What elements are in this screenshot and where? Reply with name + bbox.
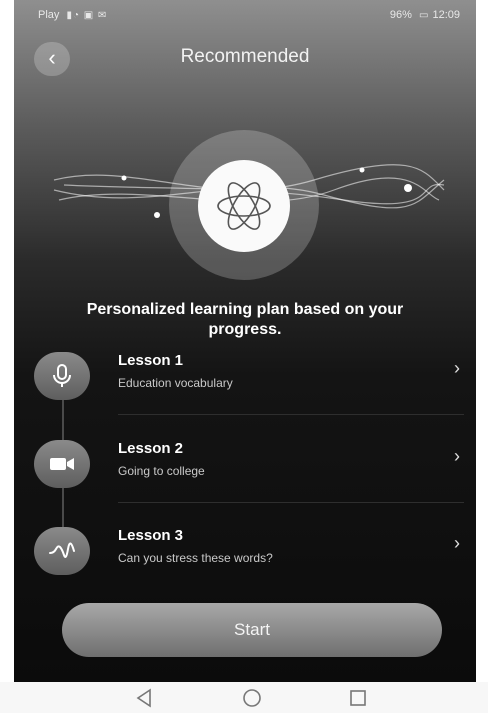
divider xyxy=(118,502,464,503)
lesson-title: Lesson 3 xyxy=(118,527,184,544)
lesson-item-2[interactable]: Lesson 2 Going to college › xyxy=(34,434,464,494)
atom-icon xyxy=(217,182,271,230)
signal-wifi-icons: ▮◔ ▣ ✉ xyxy=(66,10,108,21)
home-circle-icon[interactable] xyxy=(240,686,264,710)
back-triangle-icon[interactable] xyxy=(132,686,156,710)
lesson-subtitle: Education vocabulary xyxy=(118,376,233,390)
battery-icon: ▭ xyxy=(418,10,430,21)
battery-percent: 96% xyxy=(389,9,412,21)
plan-description: Personalized learning plan based on your… xyxy=(86,301,404,338)
chevron-right-icon: › xyxy=(454,446,460,466)
lesson-icon-circle xyxy=(34,440,90,488)
chevron-right-icon: › xyxy=(454,358,460,378)
lesson-icon-circle xyxy=(34,527,90,575)
page-title: Recommended xyxy=(180,46,310,67)
status-right: 96% ▭ 12:09 xyxy=(390,9,460,21)
carrier-label: Play xyxy=(38,9,60,21)
start-button[interactable]: Start xyxy=(62,603,442,657)
lesson-subtitle: Going to college xyxy=(118,464,205,478)
app-screen: Play ▮◔ ▣ ✉ 96% ▭ 12:09 ‹ Recommended Pe… xyxy=(14,0,476,682)
hero-illustration xyxy=(14,120,476,280)
lesson-icon-circle xyxy=(34,352,90,400)
status-left: Play ▮◔ ▣ ✉ xyxy=(38,9,107,21)
lesson-item-3[interactable]: Lesson 3 Can you stress these words? › xyxy=(34,521,464,581)
recents-square-icon[interactable] xyxy=(346,686,370,710)
waveform-icon xyxy=(49,542,75,558)
lesson-item-1[interactable]: Lesson 1 Education vocabulary › xyxy=(34,346,464,406)
clock: 12:09 xyxy=(432,9,460,21)
microphone-icon xyxy=(53,364,71,387)
chevron-right-icon: › xyxy=(454,533,460,553)
lesson-title: Lesson 2 xyxy=(118,440,184,457)
divider xyxy=(118,414,464,415)
lesson-title: Lesson 1 xyxy=(118,352,184,369)
video-camera-icon xyxy=(50,458,74,470)
status-bar: Play ▮◔ ▣ ✉ 96% ▭ 12:09 xyxy=(14,0,476,30)
lesson-subtitle: Can you stress these words? xyxy=(118,551,273,565)
system-nav-bar xyxy=(0,682,488,713)
atom-badge xyxy=(198,160,290,252)
